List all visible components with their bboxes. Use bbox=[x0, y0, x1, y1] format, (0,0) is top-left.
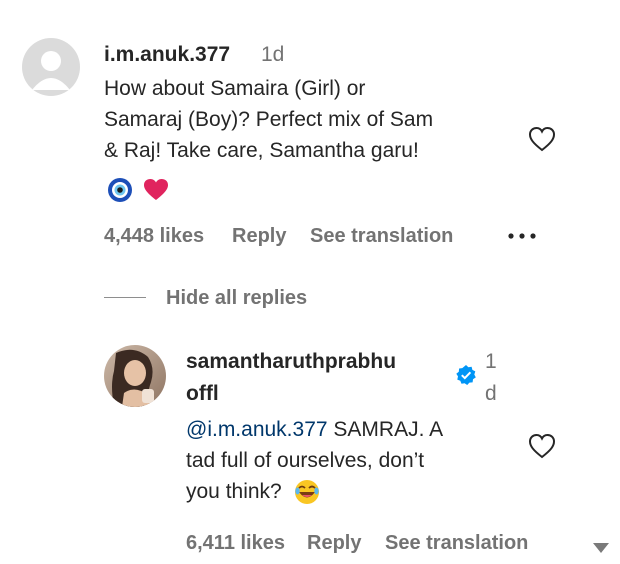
reply-text-line: tad full of ourselves, don’t bbox=[186, 449, 425, 472]
like-heart-icon[interactable] bbox=[527, 124, 557, 154]
reply-likes-count[interactable]: 6,411 likes bbox=[186, 532, 285, 555]
comment-text: How about Samaira (Girl) or Samaraj (Boy… bbox=[104, 73, 433, 166]
comment-text-line: Samaraj (Boy)? Perfect mix of Sam bbox=[104, 108, 434, 131]
comment-timestamp[interactable]: 1d bbox=[261, 43, 284, 67]
reply-text-line: you think? bbox=[186, 476, 443, 507]
comment-username[interactable]: i.m.anuk.377 bbox=[104, 43, 230, 67]
reply-see-translation-button[interactable]: See translation bbox=[385, 532, 528, 555]
comment-text-line: & Raj! Take care, Samantha garu! bbox=[104, 139, 419, 162]
profile-photo bbox=[104, 345, 166, 407]
comment-likes-count[interactable]: 4,448 likes bbox=[104, 225, 204, 248]
reply-mention-link[interactable]: @i.m.anuk.377 bbox=[186, 418, 328, 441]
scroll-down-arrow-icon[interactable] bbox=[591, 541, 611, 555]
reply-timestamp[interactable]: 1 bbox=[485, 350, 497, 374]
comment-reply-button[interactable]: Reply bbox=[232, 225, 286, 248]
reply-like-heart-icon[interactable] bbox=[527, 431, 557, 461]
more-options-icon[interactable] bbox=[505, 226, 539, 246]
reply-text-segment: SAMRAJ. A bbox=[327, 418, 444, 441]
red-heart-icon bbox=[144, 179, 168, 200]
nazar-amulet-icon bbox=[108, 178, 132, 202]
reply-timestamp-continued[interactable]: d bbox=[485, 382, 497, 406]
reply-username[interactable]: samantharuthprabhu bbox=[186, 350, 396, 374]
comments-panel: i.m.anuk.377 1d How about Samaira (Girl)… bbox=[0, 0, 620, 564]
reply-username-continued[interactable]: offl bbox=[186, 382, 219, 406]
person-icon bbox=[32, 51, 70, 90]
default-avatar[interactable] bbox=[22, 38, 80, 96]
reply-text: @i.m.anuk.377 SAMRAJ. A tad full of ours… bbox=[186, 414, 443, 507]
verified-badge-icon bbox=[456, 365, 476, 385]
replies-divider bbox=[104, 297, 146, 298]
hide-replies-button[interactable]: Hide all replies bbox=[166, 287, 307, 310]
comment-see-translation-button[interactable]: See translation bbox=[310, 225, 453, 248]
reply-reply-button[interactable]: Reply bbox=[307, 532, 361, 555]
comment-text-line: How about Samaira (Girl) or bbox=[104, 77, 366, 100]
reply-text-segment: you think? bbox=[186, 480, 282, 503]
reply-avatar[interactable] bbox=[104, 345, 166, 407]
rolling-on-floor-laughing-icon bbox=[294, 480, 319, 505]
reply-text-line: @i.m.anuk.377 SAMRAJ. A bbox=[186, 414, 443, 445]
